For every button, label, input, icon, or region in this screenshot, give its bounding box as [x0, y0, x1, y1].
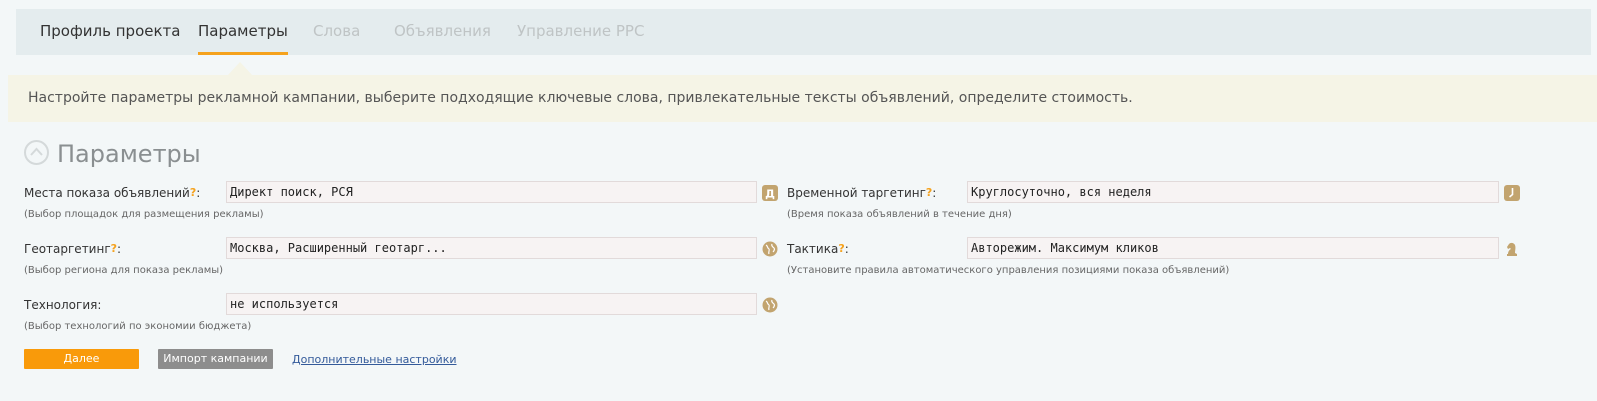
- import-campaign-button[interactable]: Импорт кампании: [158, 349, 273, 369]
- technology-field[interactable]: не используется: [226, 293, 757, 315]
- chess-knight-icon[interactable]: [1504, 241, 1520, 257]
- geo-targeting-hint: (Выбор региона для показа рекламы): [24, 265, 224, 276]
- tab-ppc-management[interactable]: Управление PPC: [517, 9, 644, 55]
- svg-text:Д: Д: [765, 188, 775, 201]
- placements-field[interactable]: Директ поиск, РСЯ: [226, 181, 757, 203]
- help-icon[interactable]: ?: [111, 242, 117, 255]
- info-notice: Настройте параметры рекламной кампании, …: [8, 75, 1597, 122]
- tactic-field[interactable]: Авторежим. Максимум кликов: [967, 237, 1499, 259]
- time-targeting-label: Временной таргетинг?:: [787, 186, 937, 200]
- geo-targeting-label: Геотаргетинг?:: [24, 242, 122, 256]
- section-title: Параметры: [57, 140, 201, 168]
- time-targeting-hint: (Время показа объявлений в течение дня): [787, 209, 1012, 220]
- tab-words[interactable]: Слова: [313, 9, 360, 55]
- advanced-settings-link[interactable]: Дополнительные настройки: [292, 353, 457, 366]
- next-button[interactable]: Далее: [24, 349, 139, 369]
- placements-hint: (Выбор площадок для размещения рекламы): [24, 209, 264, 220]
- placements-label: Места показа объявлений?:: [24, 186, 201, 200]
- tab-ads[interactable]: Объявления: [394, 9, 491, 55]
- tactic-label: Тактика?:: [787, 242, 849, 256]
- notice-text: Настройте параметры рекламной кампании, …: [28, 90, 1133, 106]
- technology-hint: (Выбор технологий по экономии бюджета): [24, 321, 252, 332]
- tab-parameters[interactable]: Параметры: [198, 9, 288, 55]
- collapse-icon[interactable]: [24, 140, 49, 165]
- clock-icon[interactable]: [1504, 185, 1520, 201]
- tab-project-profile[interactable]: Профиль проекта: [40, 9, 180, 55]
- technology-label: Технология:: [24, 298, 102, 312]
- time-targeting-field[interactable]: Круглосуточно, вся неделя: [967, 181, 1499, 203]
- notice-pointer: [228, 62, 252, 75]
- geo-targeting-field[interactable]: Москва, Расширенный геотарг...: [226, 237, 757, 259]
- help-icon[interactable]: ?: [190, 186, 196, 199]
- globe-icon[interactable]: [762, 297, 778, 313]
- letter-d-icon[interactable]: Д: [762, 185, 778, 201]
- help-icon[interactable]: ?: [926, 186, 932, 199]
- globe-icon[interactable]: [762, 241, 778, 257]
- help-icon[interactable]: ?: [838, 242, 844, 255]
- tactic-hint: (Установите правила автоматического упра…: [787, 265, 1230, 276]
- tab-bar: Профиль проекта Параметры Слова Объявлен…: [16, 9, 1591, 55]
